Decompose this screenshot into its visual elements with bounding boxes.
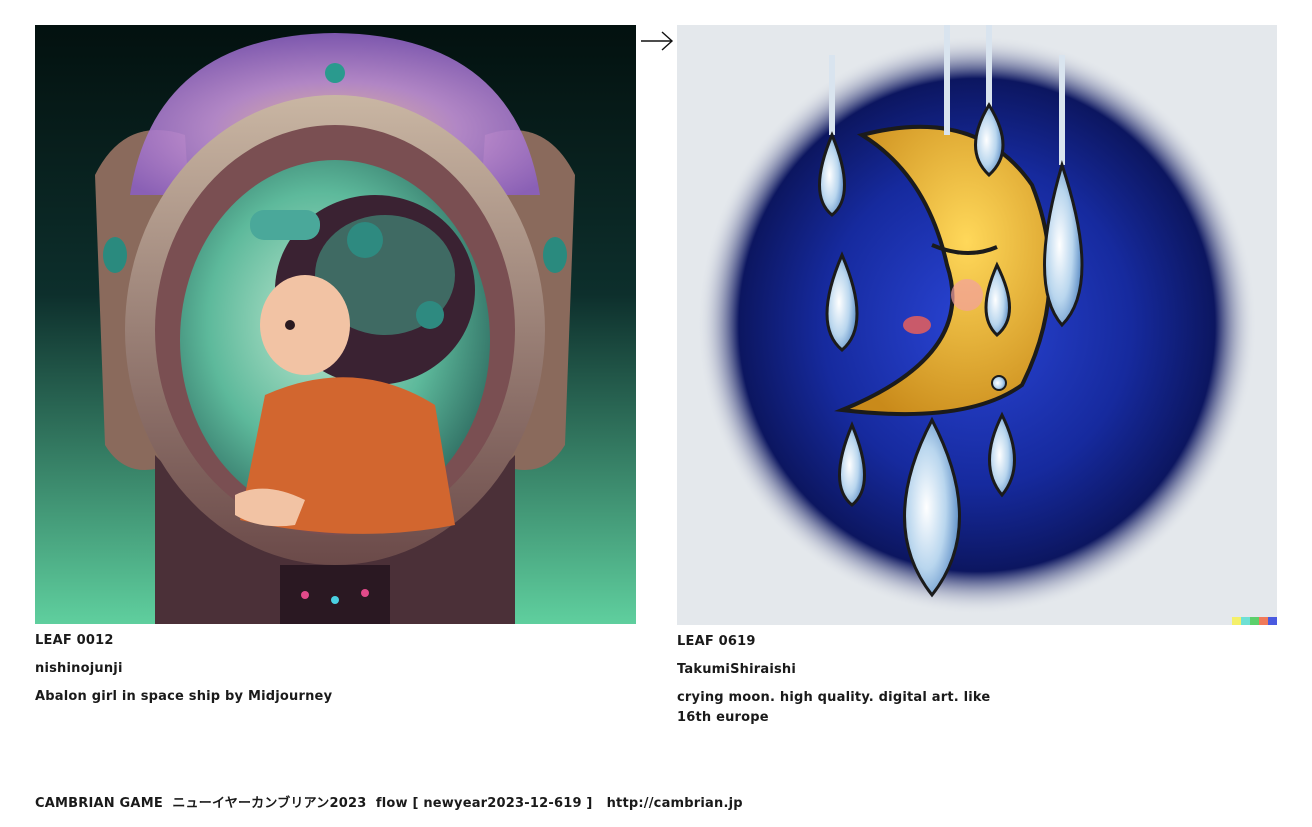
crying-moon-artwork[interactable] [677,25,1277,625]
footer-flow-label: CAMBRIAN GAME ニューイヤーカンブリアン2023 flow [ ne… [35,796,593,811]
leaf-description: Abalon girl in space ship by Midjourney [35,689,333,704]
leaf-id: LEAF 0012 [35,633,114,648]
right-arrow-icon [641,31,674,51]
left-leaf-card: LEAF 0012 nishinojunji Abalon girl in sp… [35,25,636,707]
leaf-description: crying moon. high quality. digital art. … [677,690,991,725]
astronaut-girl-artwork[interactable] [35,25,636,624]
author-name[interactable]: TakumiShiraishi [677,660,1277,680]
site-link[interactable]: http://cambrian.jp [607,796,743,811]
leaf-id: LEAF 0619 [677,634,756,649]
color-signature-strip [1232,617,1277,625]
right-leaf-card: LEAF 0619 TakumiShiraishi crying moon. h… [677,25,1277,728]
author-name[interactable]: nishinojunji [35,659,636,679]
footer: CAMBRIAN GAME ニューイヤーカンブリアン2023 flow [ ne… [35,792,743,811]
